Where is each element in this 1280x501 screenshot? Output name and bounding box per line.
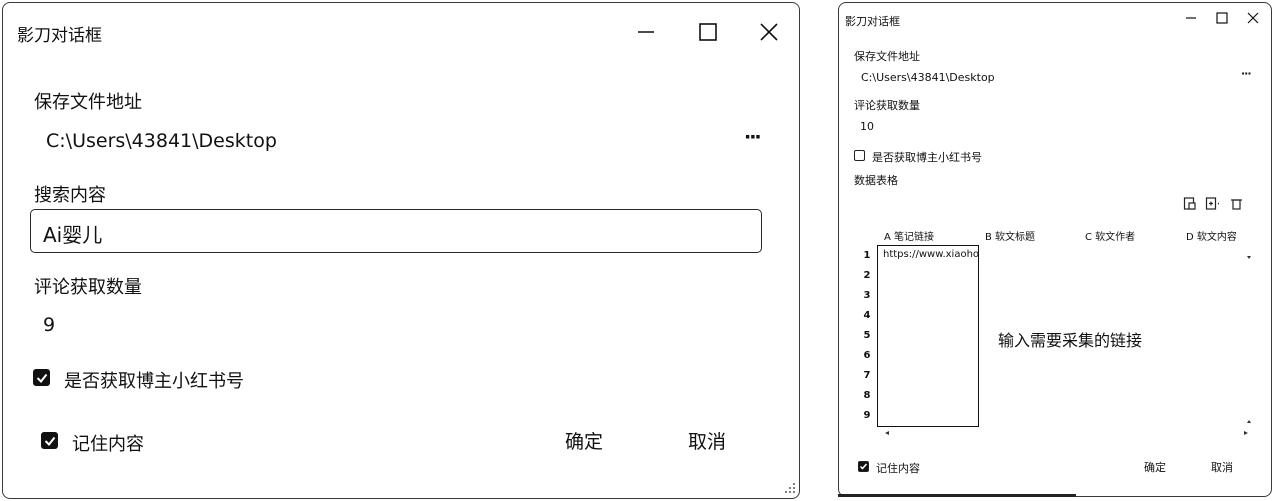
get-account-label: 是否获取博主小红书号 [872,151,982,164]
ok-button[interactable]: 确定 [565,427,603,454]
search-label: 搜索内容 [34,185,106,206]
search-input[interactable]: Ai婴儿 [30,209,762,253]
data-table-label: 数据表格 [854,174,898,187]
close-icon [760,23,778,41]
add-row-icon[interactable] [1205,196,1219,212]
save-path-value: C:\Users\43841\Desktop [46,130,277,152]
vertical-scrollbar[interactable] [1246,248,1252,428]
save-path-value: C:\Users\43841\Desktop [861,71,995,84]
browse-button[interactable]: ··· [1241,67,1252,80]
comment-count-label: 评论获取数量 [34,277,142,298]
delete-icon[interactable] [1230,196,1244,212]
taskbar-edge [838,494,1076,497]
comment-count-value[interactable]: 9 [43,314,55,336]
maximize-button[interactable] [688,15,728,49]
cancel-button[interactable]: 取消 [688,427,726,454]
row-number: 4 [863,310,871,321]
resize-grip-icon[interactable] [782,480,796,494]
window-title: 影刀对话框 [845,15,900,28]
checkbox-checked-icon [44,436,56,447]
row-number: 9 [863,410,871,421]
minimize-button[interactable] [626,15,666,49]
column-header-c[interactable]: C 软文作者 [1085,228,1135,243]
save-path-label: 保存文件地址 [34,92,142,113]
row-number: 6 [863,350,871,361]
row-number: 1 [863,250,871,261]
import-icon[interactable] [1183,196,1197,212]
table-cell-a1[interactable]: https://www.xiaohongshu.com [883,249,978,260]
cancel-button[interactable]: 取消 [1211,459,1233,475]
title-bar[interactable]: 影刀对话框 [3,3,799,61]
comment-count-label: 评论获取数量 [854,99,920,112]
selected-column-a[interactable] [877,245,979,427]
browse-button[interactable]: ··· [744,126,762,148]
remember-checkbox[interactable] [41,432,58,449]
row-number: 3 [863,290,871,301]
close-button[interactable] [1241,7,1265,29]
title-bar[interactable]: 影刀对话框 [839,3,1271,31]
comment-count-value[interactable]: 10 [860,120,874,133]
row-number: 5 [863,330,871,341]
get-account-checkbox[interactable] [854,150,865,161]
row-number: 7 [863,370,871,381]
column-header-a[interactable]: A 笔记链接 [884,228,934,243]
annotation-text: 输入需要采集的链接 [998,331,1143,350]
maximize-button[interactable] [1210,7,1234,29]
horizontal-scrollbar[interactable] [882,429,1254,437]
row-number: 2 [863,270,871,281]
close-button[interactable] [749,15,789,49]
maximize-icon [1216,12,1228,24]
get-account-label: 是否获取博主小红书号 [64,371,244,392]
minimize-icon [638,31,654,33]
ok-button[interactable]: 确定 [1144,459,1166,475]
remember-label: 记住内容 [72,434,144,455]
minimize-icon [1186,17,1196,19]
remember-checkbox[interactable] [858,461,869,472]
column-header-b[interactable]: B 软文标题 [985,228,1035,243]
window-title: 影刀对话框 [17,26,102,46]
save-path-label: 保存文件地址 [854,50,920,63]
column-header-d[interactable]: D 软文内容 [1186,228,1237,243]
remember-label: 记住内容 [876,462,920,475]
checkbox-checked-icon [859,463,868,470]
checkbox-checked-icon [36,373,48,384]
get-account-checkbox[interactable] [33,369,50,386]
maximize-icon [699,23,717,41]
search-input-value: Ai婴儿 [43,223,103,247]
minimize-button[interactable] [1179,7,1203,29]
row-number: 8 [863,390,871,401]
close-icon [1247,12,1259,24]
